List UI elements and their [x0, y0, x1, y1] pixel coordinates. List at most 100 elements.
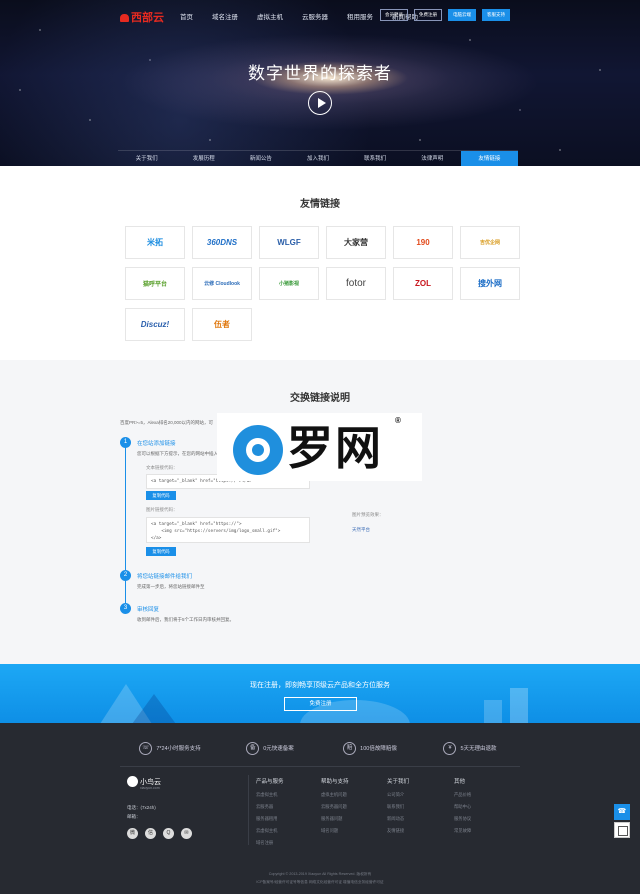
copy-text-code-button[interactable]: 复制代码 — [146, 491, 176, 500]
footer-link[interactable]: 新闻动态 — [387, 816, 409, 822]
friend-links-section: 友情链接 米拓 360DNS WLGF 大家营 190 吉优企网 猫呼平台 云修… — [0, 166, 640, 360]
nav-link-hosting[interactable]: 虚拟主机 — [257, 11, 283, 21]
about-subtabs: 关于我们 发展历程 新闻公告 加入我们 联系我们 法律声明 友情链接 — [118, 150, 518, 166]
friend-logo-card[interactable]: ZOL — [393, 267, 453, 300]
registered-mark: ® — [395, 416, 401, 425]
feature-label: 7*24小时服务支持 — [156, 746, 201, 752]
bird-logo-icon — [127, 776, 138, 787]
footer-link[interactable]: 服务协议 — [454, 816, 471, 822]
free-register-button[interactable]: 免费注册 — [284, 697, 357, 711]
copy-image-code-button[interactable]: 复制代码 — [146, 547, 176, 556]
site-logo[interactable]: 西部云 — [120, 9, 164, 25]
weibo-icon[interactable]: 微 — [127, 828, 138, 839]
footer-link[interactable]: 服务器问题 — [321, 816, 349, 822]
friend-logo-card[interactable]: 吉优企网 — [460, 226, 520, 259]
footer-link[interactable]: 友情链接 — [387, 828, 409, 834]
footer-col-title: 其他 — [454, 779, 466, 785]
footer-link[interactable]: 服务器租用 — [256, 816, 284, 822]
friend-logo-card[interactable]: 360DNS — [192, 226, 252, 259]
logo-text: WLGF — [277, 238, 301, 247]
login-button[interactable]: 会员登录 — [380, 9, 408, 21]
footer-link[interactable]: 帮助中心 — [454, 804, 471, 810]
feature-strip: ☏ 7*24小时服务支持 备 0元快速备案 赔 100倍故障赔偿 ¥5天无理由退款 — [120, 733, 520, 763]
footer-link[interactable]: 联系我们 — [387, 804, 409, 810]
footer-link[interactable]: 产品价格 — [454, 792, 471, 798]
compensation-icon: 赔 — [343, 741, 357, 755]
friend-logo-card[interactable]: WLGF — [259, 226, 319, 259]
phone-icon: ☏ — [139, 741, 153, 755]
console-button[interactable]: 电脑云端 — [448, 9, 476, 21]
image-link-code[interactable]: <a target="_blank" href="https://"> <img… — [146, 517, 310, 543]
friend-logo-card[interactable]: 大家营 — [326, 226, 386, 259]
wechat-icon[interactable]: 信 — [145, 828, 156, 839]
footer-link[interactable]: 云虚拟主机 — [256, 828, 284, 834]
support-button[interactable]: 客服支持 — [482, 9, 510, 21]
decor-block — [484, 700, 502, 723]
friend-logo-card[interactable]: 猫呼平台 — [125, 267, 185, 300]
friend-logo-card[interactable]: 云修 Cloudlook — [192, 267, 252, 300]
step-number: 2 — [120, 570, 131, 581]
footer-link[interactable]: 云服务器问题 — [321, 804, 349, 810]
preview-logo: 天然平台 — [352, 527, 370, 532]
tab-legal[interactable]: 法律声明 — [404, 151, 461, 166]
feature-item: 赔 100倍故障赔偿 — [320, 733, 420, 763]
tab-history[interactable]: 发展历程 — [175, 151, 232, 166]
friend-logo-card[interactable]: 搜外网 — [460, 267, 520, 300]
footer-link[interactable]: 云虚拟主机 — [256, 792, 284, 798]
footer-link[interactable]: 常见故障 — [454, 828, 471, 834]
footer-phone: 电话：(7x24h) — [127, 805, 156, 810]
qq-icon[interactable]: Q — [163, 828, 174, 839]
footer-brand: 小鸟云 — [140, 779, 161, 786]
logo-text: ZOL — [415, 279, 431, 288]
logo-text: 190 — [416, 238, 430, 247]
nav-link-home[interactable]: 首页 — [180, 11, 193, 21]
friend-logo-card[interactable]: 米拓 — [125, 226, 185, 259]
feature-label: 5天无理由退款 — [460, 746, 497, 752]
nav-link-rental[interactable]: 租用服务 — [347, 11, 373, 21]
step-title: 在您站添加链接 — [137, 441, 176, 447]
logo-text: 大家营 — [344, 238, 368, 247]
image-link-label: 图片链接代码： — [146, 507, 178, 512]
friend-logo-card[interactable]: 小猪影视 — [259, 267, 319, 300]
play-video-icon[interactable] — [308, 91, 332, 115]
record-icon: 备 — [246, 741, 260, 755]
friend-logo-card[interactable]: 190 — [393, 226, 453, 259]
nav-link-cloud-server[interactable]: 云服务器 — [302, 11, 328, 21]
tab-news[interactable]: 新闻公告 — [232, 151, 289, 166]
tab-join[interactable]: 加入我们 — [289, 151, 346, 166]
footer-col-help: 帮助与支持 虚拟主机问题 云服务器问题 服务器问题 域名问题 — [321, 777, 349, 840]
customer-service-icon[interactable]: ☎ — [614, 804, 630, 820]
step-timeline — [125, 440, 126, 610]
decor-block — [510, 688, 528, 723]
footer-col-about: 关于我们 公司简介 联系我们 新闻动态 友情链接 — [387, 777, 409, 840]
qrcode-icon[interactable] — [614, 822, 630, 838]
register-button[interactable]: 免费注册 — [414, 9, 442, 21]
logo-text: 云修 Cloudlook — [204, 281, 240, 287]
feature-item: 备 0元快速备案 — [220, 733, 320, 763]
tab-friend-links[interactable]: 友情链接 — [460, 151, 518, 166]
nav-link-domain[interactable]: 域名注册 — [212, 11, 238, 21]
logo-text: fotor — [345, 278, 366, 289]
license-text: ICP备案号/经营许可证号等信息 网络文化经营许可证 增值电信业务经营许可证 — [256, 880, 384, 884]
friend-logo-card[interactable]: fotor — [326, 267, 386, 300]
exchange-title: 交换链接说明 — [290, 393, 350, 404]
step-number: 3 — [120, 603, 131, 614]
tab-about[interactable]: 关于我们 — [118, 151, 175, 166]
step-desc: 收到邮件后，我们将于5个工作日内审核并回复。 — [137, 617, 235, 622]
mail-icon[interactable]: ✉ — [181, 828, 192, 839]
logo-text: 猫呼平台 — [142, 282, 167, 288]
feature-item: ¥5天无理由退款 — [420, 733, 520, 763]
footer-col-title: 帮助与支持 — [321, 779, 349, 785]
footer-link[interactable]: 公司简介 — [387, 792, 409, 798]
footer-link[interactable]: 域名问题 — [321, 828, 349, 834]
footer-link[interactable]: 虚拟主机问题 — [321, 792, 349, 798]
preview-label: 图片预览效果： — [352, 512, 384, 517]
footer-link[interactable]: 域名注册 — [256, 840, 284, 846]
friend-logo-card[interactable]: 伍者 — [192, 308, 252, 341]
tab-contact[interactable]: 联系我们 — [347, 151, 404, 166]
logo-text: 西部云 — [131, 12, 164, 24]
friend-logo-card[interactable]: Discuz! — [125, 308, 185, 341]
footer-link[interactable]: 云服务器 — [256, 804, 284, 810]
step-title: 审核回复 — [137, 607, 160, 613]
footer-vdivider — [248, 775, 249, 845]
